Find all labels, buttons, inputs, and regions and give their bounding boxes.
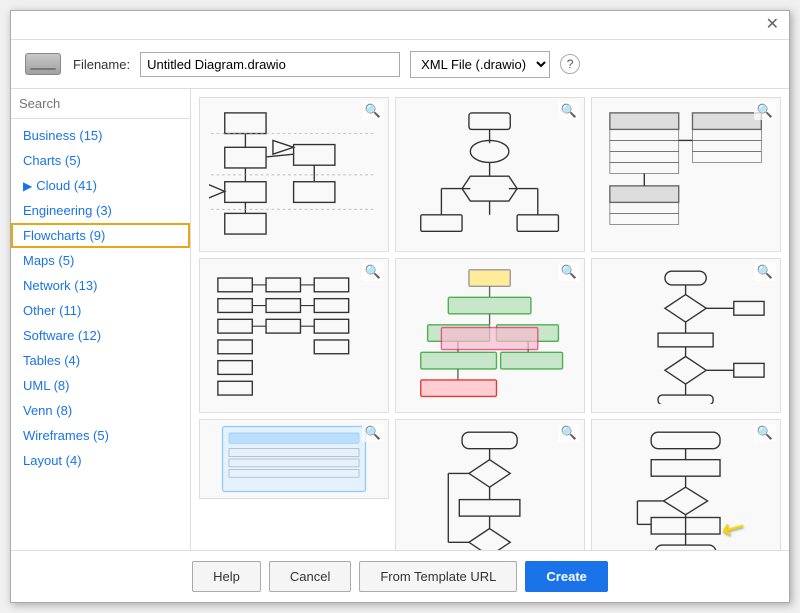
help-icon-header[interactable]: ? (560, 54, 580, 74)
sidebar-item-flowcharts[interactable]: Flowcharts (9) (11, 223, 190, 248)
template-preview-5 (396, 259, 584, 412)
filename-label: Filename: (73, 57, 130, 72)
cancel-button[interactable]: Cancel (269, 561, 351, 592)
format-select[interactable]: XML File (.drawio) PNG Image SVG Image (410, 51, 550, 78)
template-card-3[interactable]: 🔍 (591, 97, 781, 252)
header: Filename: XML File (.drawio) PNG Image S… (11, 40, 789, 89)
sidebar-item-software[interactable]: Software (12) (11, 323, 190, 348)
sidebar-item-charts[interactable]: Charts (5) (11, 148, 190, 173)
template-card-5[interactable]: 🔍 (395, 258, 585, 413)
magnify-icon-3[interactable]: 🔍 (754, 102, 776, 120)
template-url-button[interactable]: From Template URL (359, 561, 517, 592)
template-preview-1 (200, 98, 388, 251)
sidebar-item-tables[interactable]: Tables (4) (11, 348, 190, 373)
template-preview-2 (396, 98, 584, 251)
help-button[interactable]: Help (192, 561, 261, 592)
magnify-icon-5[interactable]: 🔍 (558, 263, 580, 281)
sidebar-item-venn[interactable]: Venn (8) (11, 398, 190, 423)
sidebar-item-cloud[interactable]: ▶Cloud (41) (11, 173, 190, 198)
template-preview-4 (200, 259, 388, 412)
magnify-icon-1[interactable]: 🔍 (362, 102, 384, 120)
template-card-7[interactable]: 🔍 (199, 419, 389, 499)
sidebar-item-wireframes[interactable]: Wireframes (5) (11, 423, 190, 448)
dialog: ✕ Filename: XML File (.drawio) PNG Image… (10, 10, 790, 603)
sidebar-item-engineering[interactable]: Engineering (3) (11, 198, 190, 223)
category-list: Business (15) Charts (5) ▶Cloud (41) Eng… (11, 119, 190, 550)
close-button[interactable]: ✕ (762, 15, 783, 35)
cloud-icon: ▶ (23, 179, 32, 193)
template-preview-3 (592, 98, 780, 251)
template-card-4[interactable]: 🔍 (199, 258, 389, 413)
template-card-9[interactable]: 🔍 (591, 419, 781, 550)
footer: Help Cancel From Template URL Create (11, 550, 789, 602)
content: 🔍 Business (15) Charts (5) ▶Cloud (41) E… (11, 89, 789, 550)
magnify-icon-9[interactable]: 🔍 (754, 424, 776, 442)
title-bar: ✕ (11, 11, 789, 40)
create-button[interactable]: Create (525, 561, 607, 592)
magnify-icon-8[interactable]: 🔍 (558, 424, 580, 442)
template-card-6[interactable]: 🔍 (591, 258, 781, 413)
magnify-icon-2[interactable]: 🔍 (558, 102, 580, 120)
search-box: 🔍 (11, 89, 190, 119)
template-card-1[interactable]: 🔍 (199, 97, 389, 252)
search-input[interactable] (19, 96, 191, 111)
sidebar-item-business[interactable]: Business (15) (11, 123, 190, 148)
template-preview-9 (592, 420, 780, 550)
template-preview-6 (592, 259, 780, 412)
sidebar-item-layout[interactable]: Layout (4) (11, 448, 190, 473)
magnify-icon-4[interactable]: 🔍 (362, 263, 384, 281)
template-card-8[interactable]: 🔍 (395, 419, 585, 550)
magnify-icon-6[interactable]: 🔍 (754, 263, 776, 281)
sidebar-item-network[interactable]: Network (13) (11, 273, 190, 298)
template-card-2[interactable]: 🔍 (395, 97, 585, 252)
templates-area: 🔍 (191, 89, 789, 550)
drive-icon (23, 48, 63, 80)
magnify-icon-7[interactable]: 🔍 (362, 424, 384, 442)
filename-input[interactable] (140, 52, 400, 77)
sidebar-item-maps[interactable]: Maps (5) (11, 248, 190, 273)
sidebar: 🔍 Business (15) Charts (5) ▶Cloud (41) E… (11, 89, 191, 550)
sidebar-item-uml[interactable]: UML (8) (11, 373, 190, 398)
sidebar-item-other[interactable]: Other (11) (11, 298, 190, 323)
template-preview-7 (200, 420, 388, 498)
template-preview-8 (396, 420, 584, 550)
